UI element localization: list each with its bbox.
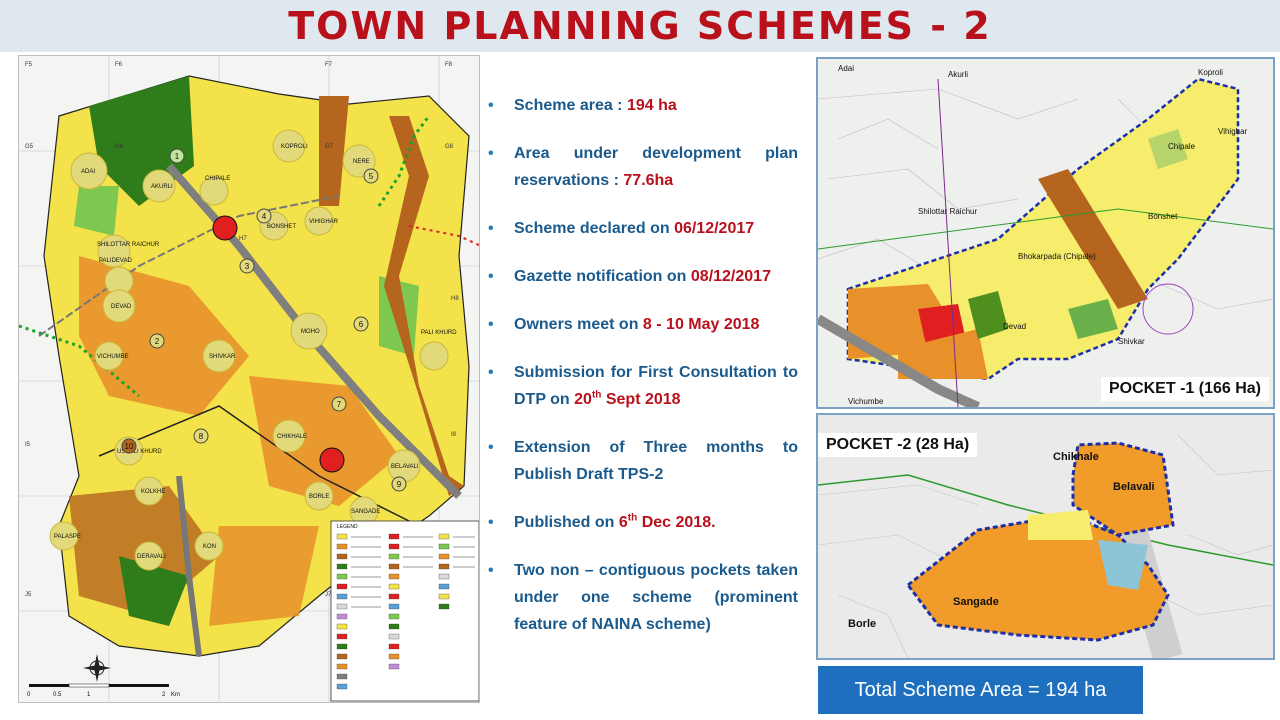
svg-text:Belavali: Belavali: [1113, 481, 1155, 493]
total-scheme-area: Total Scheme Area = 194 ha: [818, 666, 1143, 714]
svg-text:G8: G8: [445, 144, 454, 150]
svg-text:PALI KHURD: PALI KHURD: [421, 330, 457, 336]
development-plan-map: ADAI AKURLI KOPROLI NERE CHIPALE BONSHET…: [18, 55, 480, 703]
map-graphic: ADAI AKURLI KOPROLI NERE CHIPALE BONSHET…: [19, 56, 479, 702]
svg-text:PALASPE: PALASPE: [54, 534, 81, 540]
svg-text:3: 3: [245, 262, 250, 271]
svg-text:Km: Km: [171, 692, 180, 698]
slide-title: TOWN PLANNING SCHEMES - 2: [288, 4, 992, 48]
svg-text:BELAVALI: BELAVALI: [391, 464, 419, 470]
svg-text:Akurli: Akurli: [948, 70, 968, 79]
svg-text:1: 1: [87, 692, 91, 698]
svg-text:Shilottar Raichur: Shilottar Raichur: [918, 207, 977, 216]
svg-text:F6: F6: [115, 62, 123, 68]
svg-text:Bhokarpada (Chipale): Bhokarpada (Chipale): [1018, 252, 1096, 261]
svg-text:G7: G7: [325, 144, 334, 150]
svg-text:F8: F8: [445, 62, 453, 68]
svg-text:F5: F5: [25, 62, 33, 68]
svg-text:Chikhale: Chikhale: [1053, 451, 1099, 463]
pocket2-marker: [319, 447, 345, 473]
svg-text:7: 7: [337, 400, 342, 409]
svg-text:BORLE: BORLE: [309, 494, 329, 500]
svg-text:Sangade: Sangade: [953, 596, 999, 608]
north-arrow-icon: [83, 654, 111, 682]
svg-text:Koproli: Koproli: [1198, 68, 1223, 77]
bullet-submission: Submission for First Consultation to DTP…: [486, 359, 798, 413]
svg-text:AKURLI: AKURLI: [151, 184, 173, 190]
svg-text:0: 0: [27, 692, 31, 698]
svg-text:Vihighar: Vihighar: [1218, 127, 1248, 136]
svg-text:H8: H8: [451, 296, 459, 302]
pocket2-residential: [1028, 510, 1093, 540]
svg-text:VICHUMBE: VICHUMBE: [97, 354, 129, 360]
title-bar: TOWN PLANNING SCHEMES - 2: [0, 0, 1280, 52]
bullet-two-pockets: Two non – contiguous pockets taken under…: [486, 557, 798, 638]
svg-text:Adai: Adai: [838, 64, 854, 73]
svg-text:2: 2: [162, 692, 166, 698]
svg-text:LEGEND: LEGEND: [337, 524, 358, 530]
svg-text:2: 2: [155, 337, 160, 346]
bullet-published: Published on 6th Dec 2018.: [486, 509, 798, 536]
svg-text:SHIVKAR: SHIVKAR: [209, 354, 236, 360]
pocket1-village-circle: [1142, 283, 1194, 335]
pocket2-label: POCKET -2 (28 Ha): [818, 433, 978, 457]
svg-text:J5: J5: [25, 592, 32, 598]
bullet-reservations: Area under development plan reservations…: [486, 140, 798, 194]
svg-text:PALIDEVAD: PALIDEVAD: [99, 258, 132, 264]
svg-text:6: 6: [359, 320, 364, 329]
svg-text:Borle: Borle: [848, 618, 876, 630]
map-legend: LEGEND: [330, 520, 479, 702]
pocket2-map: Chikhale Belavali Sangade Borle POCKET -…: [816, 413, 1275, 660]
pocket1-graphic: Adai Akurli Koproli Chipale Vihighar Shi…: [818, 64, 1273, 407]
svg-text:8: 8: [199, 432, 204, 441]
svg-text:I8: I8: [451, 432, 457, 438]
svg-text:0.5: 0.5: [53, 692, 62, 698]
svg-text:KOPROLI: KOPROLI: [281, 144, 308, 150]
svg-text:MOHO: MOHO: [301, 329, 320, 335]
svg-text:5: 5: [369, 172, 374, 181]
bullet-owners-meet: Owners meet on 8 - 10 May 2018: [486, 311, 798, 338]
bullet-declared: Scheme declared on 06/12/2017: [486, 215, 798, 242]
svg-text:4: 4: [262, 212, 267, 221]
svg-text:Bonshet: Bonshet: [1148, 212, 1178, 221]
svg-text:SANGADE: SANGADE: [351, 509, 380, 515]
svg-text:Devad: Devad: [1003, 322, 1026, 331]
svg-text:CHIPALE: CHIPALE: [205, 176, 230, 182]
pocket1-map: Adai Akurli Koproli Chipale Vihighar Shi…: [816, 57, 1275, 409]
scheme-facts: Scheme area : 194 ha Area under developm…: [486, 92, 798, 659]
svg-text:1: 1: [175, 152, 180, 161]
svg-text:VIHIGHAR: VIHIGHAR: [309, 219, 339, 225]
svg-text:G5: G5: [25, 144, 34, 150]
svg-text:BONSHET: BONSHET: [267, 224, 296, 230]
svg-text:G6: G6: [115, 144, 124, 150]
pocket1-marker: [212, 215, 238, 241]
svg-text:DERAVALI: DERAVALI: [137, 554, 166, 560]
svg-text:NERE: NERE: [353, 159, 370, 165]
svg-text:KON: KON: [203, 544, 216, 550]
svg-text:SHILOTTAR RAICHUR: SHILOTTAR RAICHUR: [97, 242, 160, 248]
svg-text:Chipale: Chipale: [1168, 142, 1196, 151]
scale-bar: 0 0.5 1 2 Km: [27, 683, 180, 698]
svg-text:KOLKHE: KOLKHE: [141, 489, 165, 495]
svg-text:H7: H7: [239, 236, 247, 242]
svg-text:I5: I5: [25, 442, 31, 448]
svg-text:10: 10: [125, 442, 134, 451]
bullet-gazette: Gazette notification on 08/12/2017: [486, 263, 798, 290]
bullet-extension: Extension of Three months to Publish Dra…: [486, 434, 798, 488]
svg-text:Shivkar: Shivkar: [1118, 337, 1145, 346]
svg-text:9: 9: [397, 480, 402, 489]
svg-text:F7: F7: [325, 62, 333, 68]
svg-text:DEVAD: DEVAD: [111, 304, 132, 310]
bullet-scheme-area: Scheme area : 194 ha: [486, 92, 798, 119]
pocket1-label: POCKET -1 (166 Ha): [1100, 377, 1269, 401]
svg-text:CHIKHALE: CHIKHALE: [277, 434, 307, 440]
svg-text:Vichumbe: Vichumbe: [848, 397, 884, 406]
svg-text:ADAI: ADAI: [81, 169, 95, 175]
